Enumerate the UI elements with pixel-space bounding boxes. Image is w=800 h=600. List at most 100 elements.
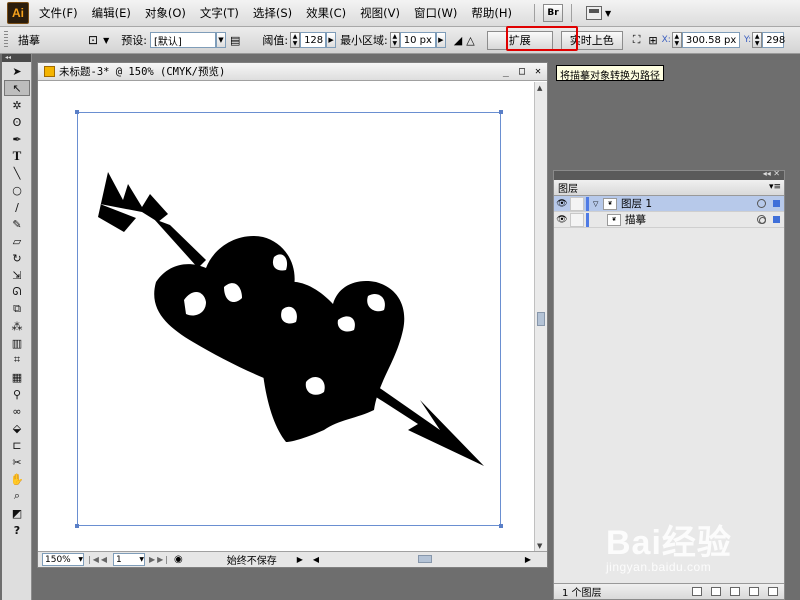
- menu-help[interactable]: 帮助(H): [471, 5, 512, 21]
- reference-point-icon[interactable]: ⊞: [648, 34, 657, 47]
- save-status-text[interactable]: 始终不保存: [227, 552, 277, 567]
- menu-file[interactable]: 文件(F): [39, 5, 78, 21]
- raster-view-icon[interactable]: ◢: [454, 34, 462, 47]
- visibility-eye-icon[interactable]: 👁: [554, 215, 570, 225]
- layers-panel-header[interactable]: ◂◂ ✕: [554, 169, 784, 180]
- eyedropper-icon[interactable]: ⚲: [4, 386, 30, 402]
- scroll-up-icon[interactable]: ▲: [537, 84, 542, 92]
- menu-type[interactable]: 文字(T): [200, 5, 239, 21]
- selection-indicator[interactable]: [773, 216, 780, 223]
- panel-menu-icon[interactable]: ▾≡: [769, 182, 781, 192]
- min-area-slider-icon[interactable]: ▶: [435, 32, 446, 48]
- zoom-icon[interactable]: ⌕: [4, 488, 30, 504]
- menu-view[interactable]: 视图(V): [360, 5, 400, 21]
- x-stepper[interactable]: ▲ ▼: [671, 32, 682, 48]
- horizontal-scroll-thumb[interactable]: [418, 555, 432, 563]
- collapse-panel-icon[interactable]: ◂◂ ✕: [763, 169, 780, 178]
- scroll-right-icon[interactable]: ▶: [525, 555, 531, 564]
- document-title-bar[interactable]: 未标题-3* @ 150% (CMYK/预览) _ □ ✕: [38, 63, 547, 81]
- menu-window[interactable]: 窗口(W): [414, 5, 457, 21]
- threshold-stepper[interactable]: ▲ ▼: [290, 32, 301, 48]
- graph-icon[interactable]: ▥: [4, 335, 30, 351]
- scroll-left-icon[interactable]: ◀: [313, 555, 319, 564]
- delete-layer-icon[interactable]: [768, 587, 778, 596]
- chevron-down-icon[interactable]: ▼: [78, 556, 83, 563]
- tracing-options-icon[interactable]: ⊡: [88, 33, 98, 47]
- new-sublayer-icon[interactable]: [730, 587, 740, 596]
- menu-effect[interactable]: 效果(C): [306, 5, 346, 21]
- eraser-icon[interactable]: ▱: [4, 233, 30, 249]
- new-layer-icon[interactable]: [749, 587, 759, 596]
- menu-edit[interactable]: 编辑(E): [92, 5, 131, 21]
- chevron-down-icon[interactable]: ▼: [103, 36, 109, 45]
- lock-toggle[interactable]: [570, 196, 584, 211]
- crop-icon[interactable]: ⊏: [4, 437, 30, 453]
- next-last-artboard-icon[interactable]: ▶▶|: [149, 555, 170, 564]
- min-area-input[interactable]: 10 px: [399, 32, 436, 48]
- target-circle-icon[interactable]: [757, 199, 766, 208]
- artboard-number-select[interactable]: 1 ▼: [113, 553, 145, 566]
- mesh-icon[interactable]: ⌗: [4, 352, 30, 368]
- status-menu-icon[interactable]: ▶: [297, 555, 303, 564]
- line-icon[interactable]: ╲: [4, 165, 30, 181]
- object-name[interactable]: 描摹: [625, 212, 646, 227]
- make-clipping-mask-icon[interactable]: [711, 587, 721, 596]
- zoom-select[interactable]: 150% ▼: [42, 553, 84, 566]
- close-icon[interactable]: ✕: [535, 66, 541, 77]
- vertical-scrollbar[interactable]: ▲ ▼: [534, 82, 547, 552]
- menu-object[interactable]: 对象(O): [145, 5, 186, 21]
- selection-icon[interactable]: ➤: [4, 63, 30, 79]
- layer-name[interactable]: 图层 1: [621, 196, 652, 211]
- bridge-button[interactable]: Br: [542, 4, 563, 22]
- sublayer-row[interactable]: 👁 ❦ 描摹: [554, 212, 784, 228]
- chevron-down-icon[interactable]: ▼: [139, 556, 144, 563]
- vector-view-icon[interactable]: △: [466, 34, 474, 47]
- symbol-sprayer-icon[interactable]: ⁂: [4, 318, 30, 334]
- chevron-down-icon[interactable]: ▼: [605, 9, 611, 18]
- lasso-icon[interactable]: ʘ: [4, 114, 30, 130]
- canvas-area[interactable]: [38, 82, 534, 552]
- preset-dropdown-icon[interactable]: ▼: [215, 32, 226, 48]
- minimize-icon[interactable]: _: [503, 66, 509, 77]
- panel-grip-icon[interactable]: [4, 31, 8, 49]
- rotate-icon[interactable]: ↻: [4, 250, 30, 266]
- x-position-input[interactable]: 300.58 px: [681, 32, 740, 48]
- arrange-documents-icon[interactable]: [585, 6, 602, 20]
- free-transform-icon[interactable]: ⧉: [4, 301, 30, 317]
- min-area-stepper[interactable]: ▲ ▼: [389, 32, 400, 48]
- tab-layers[interactable]: 图层: [558, 180, 578, 195]
- y-stepper[interactable]: ▲ ▼: [752, 32, 763, 48]
- vertical-scroll-thumb[interactable]: [537, 312, 545, 326]
- visibility-eye-icon[interactable]: 👁: [554, 199, 570, 209]
- pencil-icon[interactable]: ✎: [4, 216, 30, 232]
- threshold-slider-icon[interactable]: ▶: [326, 32, 337, 48]
- locate-object-icon[interactable]: [692, 587, 702, 596]
- hand-icon[interactable]: ✋: [4, 471, 30, 487]
- transform-icon[interactable]: ⛶: [633, 33, 641, 47]
- first-prev-artboard-icon[interactable]: |◀◀: [88, 555, 109, 564]
- preset-select[interactable]: [默认]: [149, 32, 216, 48]
- scale-icon[interactable]: ⇲: [4, 267, 30, 283]
- menu-select[interactable]: 选择(S): [253, 5, 292, 21]
- warp-icon[interactable]: ᘏ: [4, 284, 30, 300]
- pen-icon[interactable]: ✒: [4, 131, 30, 147]
- fill-stroke-icon[interactable]: ◩: [4, 505, 30, 521]
- traced-artwork[interactable]: [38, 82, 534, 552]
- gradient-icon[interactable]: ▦: [4, 369, 30, 385]
- y-position-input[interactable]: 298: [762, 32, 785, 48]
- direct-selection-icon[interactable]: ↖: [4, 80, 30, 96]
- live-paint-icon[interactable]: ⬙: [4, 420, 30, 436]
- help-icon[interactable]: ?: [4, 522, 30, 538]
- target-circle-icon[interactable]: [757, 215, 766, 224]
- scroll-down-icon[interactable]: ▼: [537, 542, 542, 550]
- layer-row[interactable]: 👁 ▽ ❦ 图层 1: [554, 196, 784, 212]
- ellipse-icon[interactable]: ○: [4, 182, 30, 198]
- paintbrush-icon[interactable]: ∕: [4, 199, 30, 215]
- magic-wand-icon[interactable]: ✲: [4, 97, 30, 113]
- selection-indicator[interactable]: [773, 200, 780, 207]
- expand-triangle-icon[interactable]: ▽: [593, 200, 603, 208]
- blend-icon[interactable]: ∞: [4, 403, 30, 419]
- tools-panel-grip[interactable]: ◂◂: [2, 54, 31, 62]
- slice-icon[interactable]: ✂: [4, 454, 30, 470]
- type-icon[interactable]: T: [4, 148, 30, 164]
